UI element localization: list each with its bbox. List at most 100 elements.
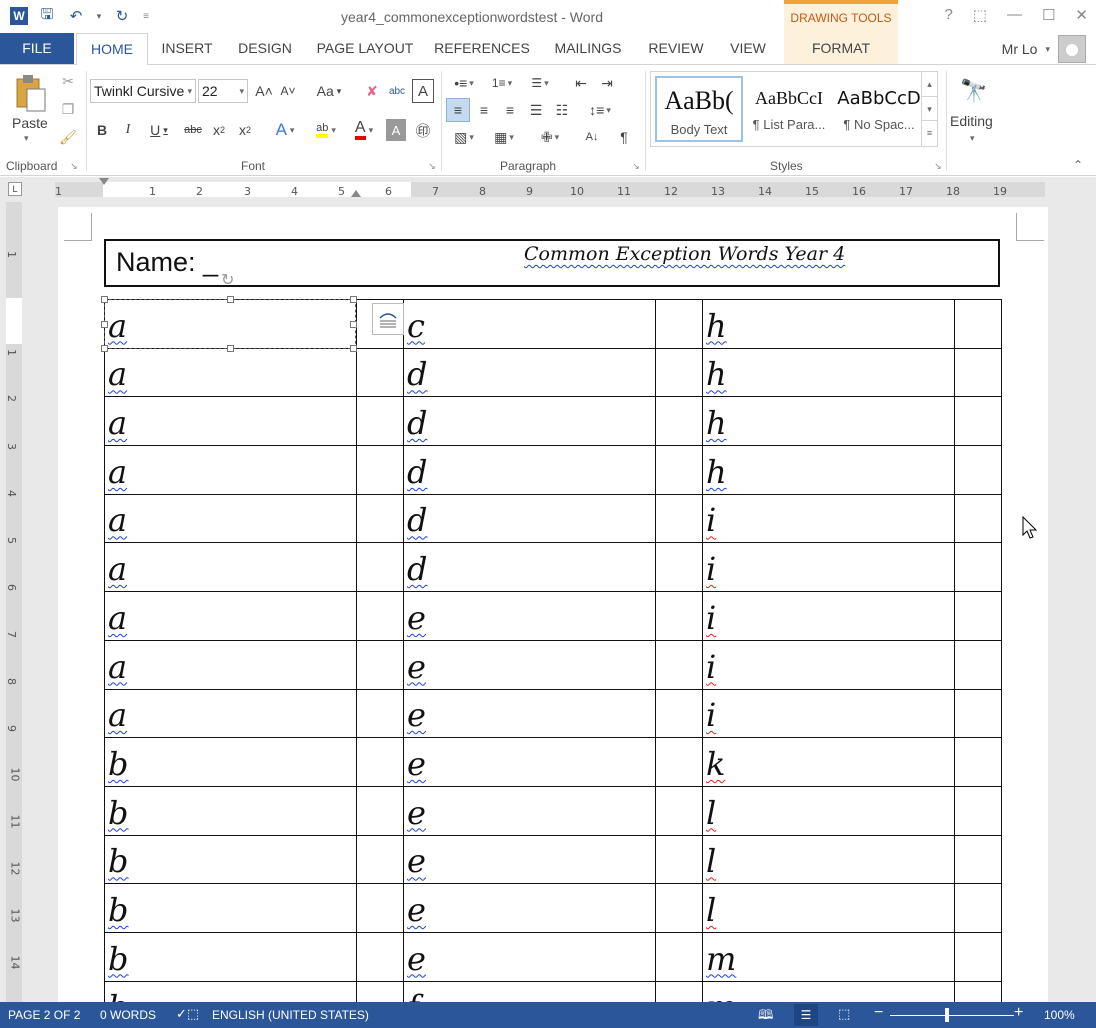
- bold-icon[interactable]: B: [92, 119, 112, 141]
- word-cell[interactable]: m: [702, 980, 955, 1002]
- answer-cell[interactable]: [954, 931, 1002, 982]
- word-cell[interactable]: a: [104, 639, 357, 690]
- styles-scroll-down-icon[interactable]: ▾: [922, 96, 937, 120]
- word-cell[interactable]: b: [104, 883, 357, 933]
- word-cell[interactable]: a: [104, 299, 357, 349]
- word-cell[interactable]: d: [403, 347, 656, 398]
- word-cell[interactable]: b: [104, 834, 357, 885]
- answer-cell[interactable]: [655, 542, 703, 593]
- font-size-combo[interactable]: 22 ▾: [198, 79, 248, 103]
- language[interactable]: ENGLISH (UNITED STATES): [212, 1008, 369, 1022]
- read-mode-icon[interactable]: 🕮: [758, 1006, 773, 1028]
- answer-cell[interactable]: [655, 980, 703, 1002]
- word-cell[interactable]: b: [104, 980, 357, 1002]
- restore-icon[interactable]: ☐: [1042, 6, 1055, 24]
- answer-cell[interactable]: [655, 737, 703, 787]
- styles-scrollbar[interactable]: ▴ ▾ ≡: [921, 72, 937, 146]
- answer-cell[interactable]: [954, 785, 1002, 836]
- paste-button-label[interactable]: Paste: [12, 115, 48, 131]
- text-highlight-color-icon[interactable]: ab ▾: [306, 119, 346, 141]
- style-no-spacing[interactable]: AaBbCcD ¶ No Spac...: [835, 76, 923, 142]
- zoom-in-icon[interactable]: +: [1014, 1004, 1023, 1022]
- answer-cell[interactable]: [356, 980, 404, 1002]
- page-count[interactable]: PAGE 2 OF 2: [8, 1008, 80, 1022]
- answer-cell[interactable]: [655, 639, 703, 690]
- answer-cell[interactable]: [655, 883, 703, 933]
- word-cell[interactable]: i: [702, 493, 955, 544]
- word-cell[interactable]: a: [104, 347, 357, 398]
- paste-icon[interactable]: [10, 71, 52, 115]
- answer-cell[interactable]: [356, 639, 404, 690]
- answer-cell[interactable]: [356, 396, 404, 447]
- answer-cell[interactable]: [356, 347, 404, 398]
- first-line-indent-marker[interactable]: [99, 178, 109, 185]
- word-cell[interactable]: d: [403, 445, 656, 495]
- zoom-slider-thumb[interactable]: [945, 1008, 949, 1022]
- grow-font-icon[interactable]: A˄: [254, 81, 274, 101]
- editing-dropdown-icon[interactable]: ▾: [970, 133, 975, 144]
- layout-options-icon[interactable]: [372, 303, 404, 335]
- answer-cell[interactable]: [655, 688, 703, 739]
- word-cell[interactable]: e: [403, 737, 656, 787]
- word-cell[interactable]: c: [403, 299, 656, 349]
- close-icon[interactable]: ✕: [1075, 6, 1088, 24]
- collapse-ribbon-icon[interactable]: ⌃: [1070, 157, 1086, 173]
- shrink-font-icon[interactable]: A˅: [278, 81, 298, 101]
- answer-cell[interactable]: [356, 688, 404, 739]
- tab-insert[interactable]: INSERT: [150, 33, 224, 64]
- answer-cell[interactable]: [356, 785, 404, 836]
- multilevel-list-icon[interactable]: ☰ ▾: [522, 73, 558, 93]
- word-cell[interactable]: d: [403, 493, 656, 544]
- proofing-icon[interactable]: ✓⬚: [176, 1006, 199, 1022]
- word-cell[interactable]: i: [702, 542, 955, 593]
- word-cell[interactable]: e: [403, 639, 656, 690]
- answer-cell[interactable]: [356, 493, 404, 544]
- zoom-slider[interactable]: [890, 1015, 1014, 1016]
- name-header-box[interactable]: Name: _ Common Exception Words Year 4: [104, 239, 1000, 287]
- word-cell[interactable]: h: [702, 299, 955, 349]
- word-cell[interactable]: e: [403, 688, 656, 739]
- word-cell[interactable]: a: [104, 688, 357, 739]
- word-cell[interactable]: f: [403, 980, 656, 1002]
- tab-mailings[interactable]: MAILINGS: [540, 33, 636, 64]
- distributed-icon[interactable]: ☷: [550, 98, 574, 122]
- answer-cell[interactable]: [356, 931, 404, 982]
- copy-icon[interactable]: ❐: [58, 99, 78, 119]
- word-cell[interactable]: h: [702, 396, 955, 447]
- font-launcher-icon[interactable]: ↘: [426, 160, 438, 172]
- answer-cell[interactable]: [655, 493, 703, 544]
- answer-cell[interactable]: [356, 445, 404, 495]
- answer-cell[interactable]: [954, 542, 1002, 593]
- word-cell[interactable]: i: [702, 591, 955, 641]
- word-cell[interactable]: m: [702, 931, 955, 982]
- user-account[interactable]: Mr Lo ▾: [1002, 35, 1086, 63]
- superscript-icon[interactable]: x2: [234, 119, 256, 141]
- name-label[interactable]: Name: _: [116, 247, 218, 278]
- zoom-level[interactable]: 100%: [1044, 1008, 1075, 1022]
- font-color-icon[interactable]: A ▾: [346, 119, 382, 141]
- italic-icon[interactable]: I: [118, 119, 138, 141]
- asian-layout-icon[interactable]: ✙ ▾: [532, 125, 568, 149]
- word-cell[interactable]: l: [702, 883, 955, 933]
- answer-cell[interactable]: [954, 639, 1002, 690]
- tab-home[interactable]: HOME: [76, 33, 148, 65]
- right-indent-marker[interactable]: [351, 190, 361, 197]
- answer-cell[interactable]: [655, 299, 703, 349]
- style-list-paragraph[interactable]: AaBbCcI ¶ List Para...: [745, 76, 833, 142]
- answer-cell[interactable]: [954, 493, 1002, 544]
- document-page[interactable]: Name: _ Common Exception Words Year 4 a c…: [58, 207, 1048, 1002]
- answer-cell[interactable]: [655, 396, 703, 447]
- word-cell[interactable]: e: [403, 785, 656, 836]
- answer-cell[interactable]: [655, 785, 703, 836]
- word-cell[interactable]: b: [104, 737, 357, 787]
- word-cell[interactable]: i: [702, 688, 955, 739]
- ribbon-display-icon[interactable]: ⬚: [973, 6, 987, 24]
- style-body-text[interactable]: AaBb( Body Text: [655, 76, 743, 142]
- word-cell[interactable]: d: [403, 542, 656, 593]
- help-icon[interactable]: ?: [944, 6, 952, 24]
- align-left-icon[interactable]: ≡: [446, 98, 470, 122]
- tab-review[interactable]: REVIEW: [638, 33, 714, 64]
- sort-icon[interactable]: A↓: [580, 125, 604, 149]
- paragraph-launcher-icon[interactable]: ↘: [630, 160, 642, 172]
- print-layout-icon[interactable]: ☰: [794, 1004, 818, 1026]
